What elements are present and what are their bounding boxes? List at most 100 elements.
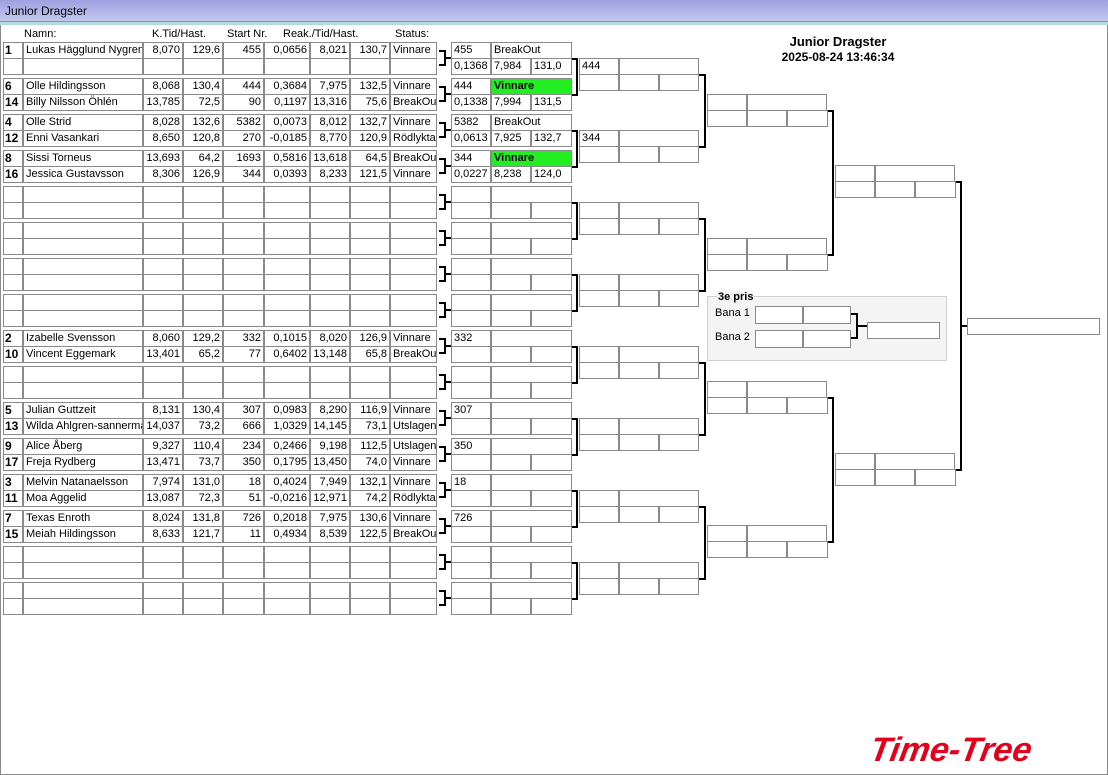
racer-name-cell: Vincent Eggemark [23,346,143,363]
racer-hast-cell: 74,2 [350,490,390,507]
racer-kt-cell [143,366,183,383]
racer-status-cell [390,294,437,311]
round2-tid-cell [619,146,659,163]
racer-ks-cell [183,582,223,599]
round1-result-cell [491,438,572,455]
round3-start-cell [707,525,747,542]
racer-seed-cell: 5 [3,402,23,419]
racer-hast-cell [350,274,390,291]
semifinal-tid-cell [875,469,915,486]
header-reak: Reak./Tid/Hast. [283,28,359,40]
racer-seed-cell: 9 [3,438,23,455]
round3-hast-cell [787,110,828,127]
racer-tid-cell: 7,949 [310,474,350,491]
racer-name-cell [23,222,143,239]
header-kt: K.Tid/Hast. [152,28,206,40]
third-stub [858,325,867,327]
round1-tid-cell [491,418,531,435]
racer-kt-cell [143,238,183,255]
racer-start-cell [223,222,264,239]
racer-kt-cell [143,582,183,599]
round2-reak-cell [579,506,619,523]
round1-hast-cell [531,382,572,399]
racer-kt-cell: 13,471 [143,454,183,471]
racer-tid-cell [310,202,350,219]
round2-tid-cell [619,506,659,523]
round1-tid-cell: 8,238 [491,166,531,183]
racer-name-cell: Julian Guttzeit [23,402,143,419]
racer-ks-cell: 65,2 [183,346,223,363]
racer-seed-cell [3,238,23,255]
racer-seed-cell [3,202,23,219]
racer-reak-cell [264,582,310,599]
round2-reak-cell [579,290,619,307]
round2-cell [619,418,699,435]
racer-name-cell: Texas Enroth [23,510,143,527]
round1-start-cell: 307 [451,402,491,419]
racer-start-cell [223,382,264,399]
round2-connector [699,506,706,580]
racer-start-cell: 51 [223,490,264,507]
round1-hast-cell [531,418,572,435]
round1-result-cell [491,330,572,347]
racer-hast-cell [350,294,390,311]
racer-name-cell [23,238,143,255]
round1-result-cell [491,582,572,599]
qual-pair-connector [439,554,446,570]
racer-tid-cell: 13,316 [310,94,350,111]
semifinal-result-cell [875,165,955,182]
racer-kt-cell [143,58,183,75]
racer-reak-cell: 0,1015 [264,330,310,347]
racer-hast-cell: 73,1 [350,418,390,435]
racer-ks-cell [183,310,223,327]
racer-name-cell: Jessica Gustavsson [23,166,143,183]
round1-start-cell [451,294,491,311]
racer-start-cell: 11 [223,526,264,543]
racer-reak-cell [264,382,310,399]
racer-status-cell [390,274,437,291]
racer-hast-cell [350,186,390,203]
round1-hast-cell [531,490,572,507]
racer-seed-cell: 1 [3,42,23,59]
racer-status-cell: Utslagen [390,438,437,455]
round1-reak-cell: 0,0227 [451,166,491,183]
qual-pair-connector [439,518,446,534]
racer-seed-cell [3,258,23,275]
lane2-label: Bana 2 [715,331,750,343]
racer-name-cell [23,58,143,75]
round1-connector [572,130,578,168]
racer-name-cell: Izabelle Svensson [23,330,143,347]
qual-pair-connector [439,122,446,138]
racer-seed-cell [3,310,23,327]
racer-status-cell: BreakOut [390,526,437,543]
round1-start-cell [451,258,491,275]
racer-hast-cell: 121,5 [350,166,390,183]
racer-status-cell [390,382,437,399]
round1-hast-cell: 131,0 [531,58,572,75]
racer-kt-cell [143,310,183,327]
racer-kt-cell [143,294,183,311]
racer-start-cell [223,294,264,311]
racer-reak-cell [264,546,310,563]
qual-pair-connector [439,446,446,462]
round2-tid-cell [619,290,659,307]
racer-name-cell [23,562,143,579]
third-lane1-result-cell [803,306,851,324]
racer-kt-cell: 8,633 [143,526,183,543]
racer-start-cell [223,58,264,75]
racer-name-cell [23,258,143,275]
qual-pair-connector [439,86,446,102]
racer-status-cell: BreakOut [390,94,437,111]
round1-hast-cell [531,274,572,291]
racer-name-cell: Wilda Ahlgren-sannerman [23,418,143,435]
racer-kt-cell: 9,327 [143,438,183,455]
round1-start-cell: 18 [451,474,491,491]
round1-hast-cell [531,238,572,255]
round2-hast-cell [659,218,699,235]
racer-hast-cell: 122,5 [350,526,390,543]
racer-reak-cell [264,202,310,219]
racer-ks-cell: 73,7 [183,454,223,471]
round1-start-cell: 444 [451,78,491,95]
racer-reak-cell [264,598,310,615]
racer-reak-cell: 0,3684 [264,78,310,95]
